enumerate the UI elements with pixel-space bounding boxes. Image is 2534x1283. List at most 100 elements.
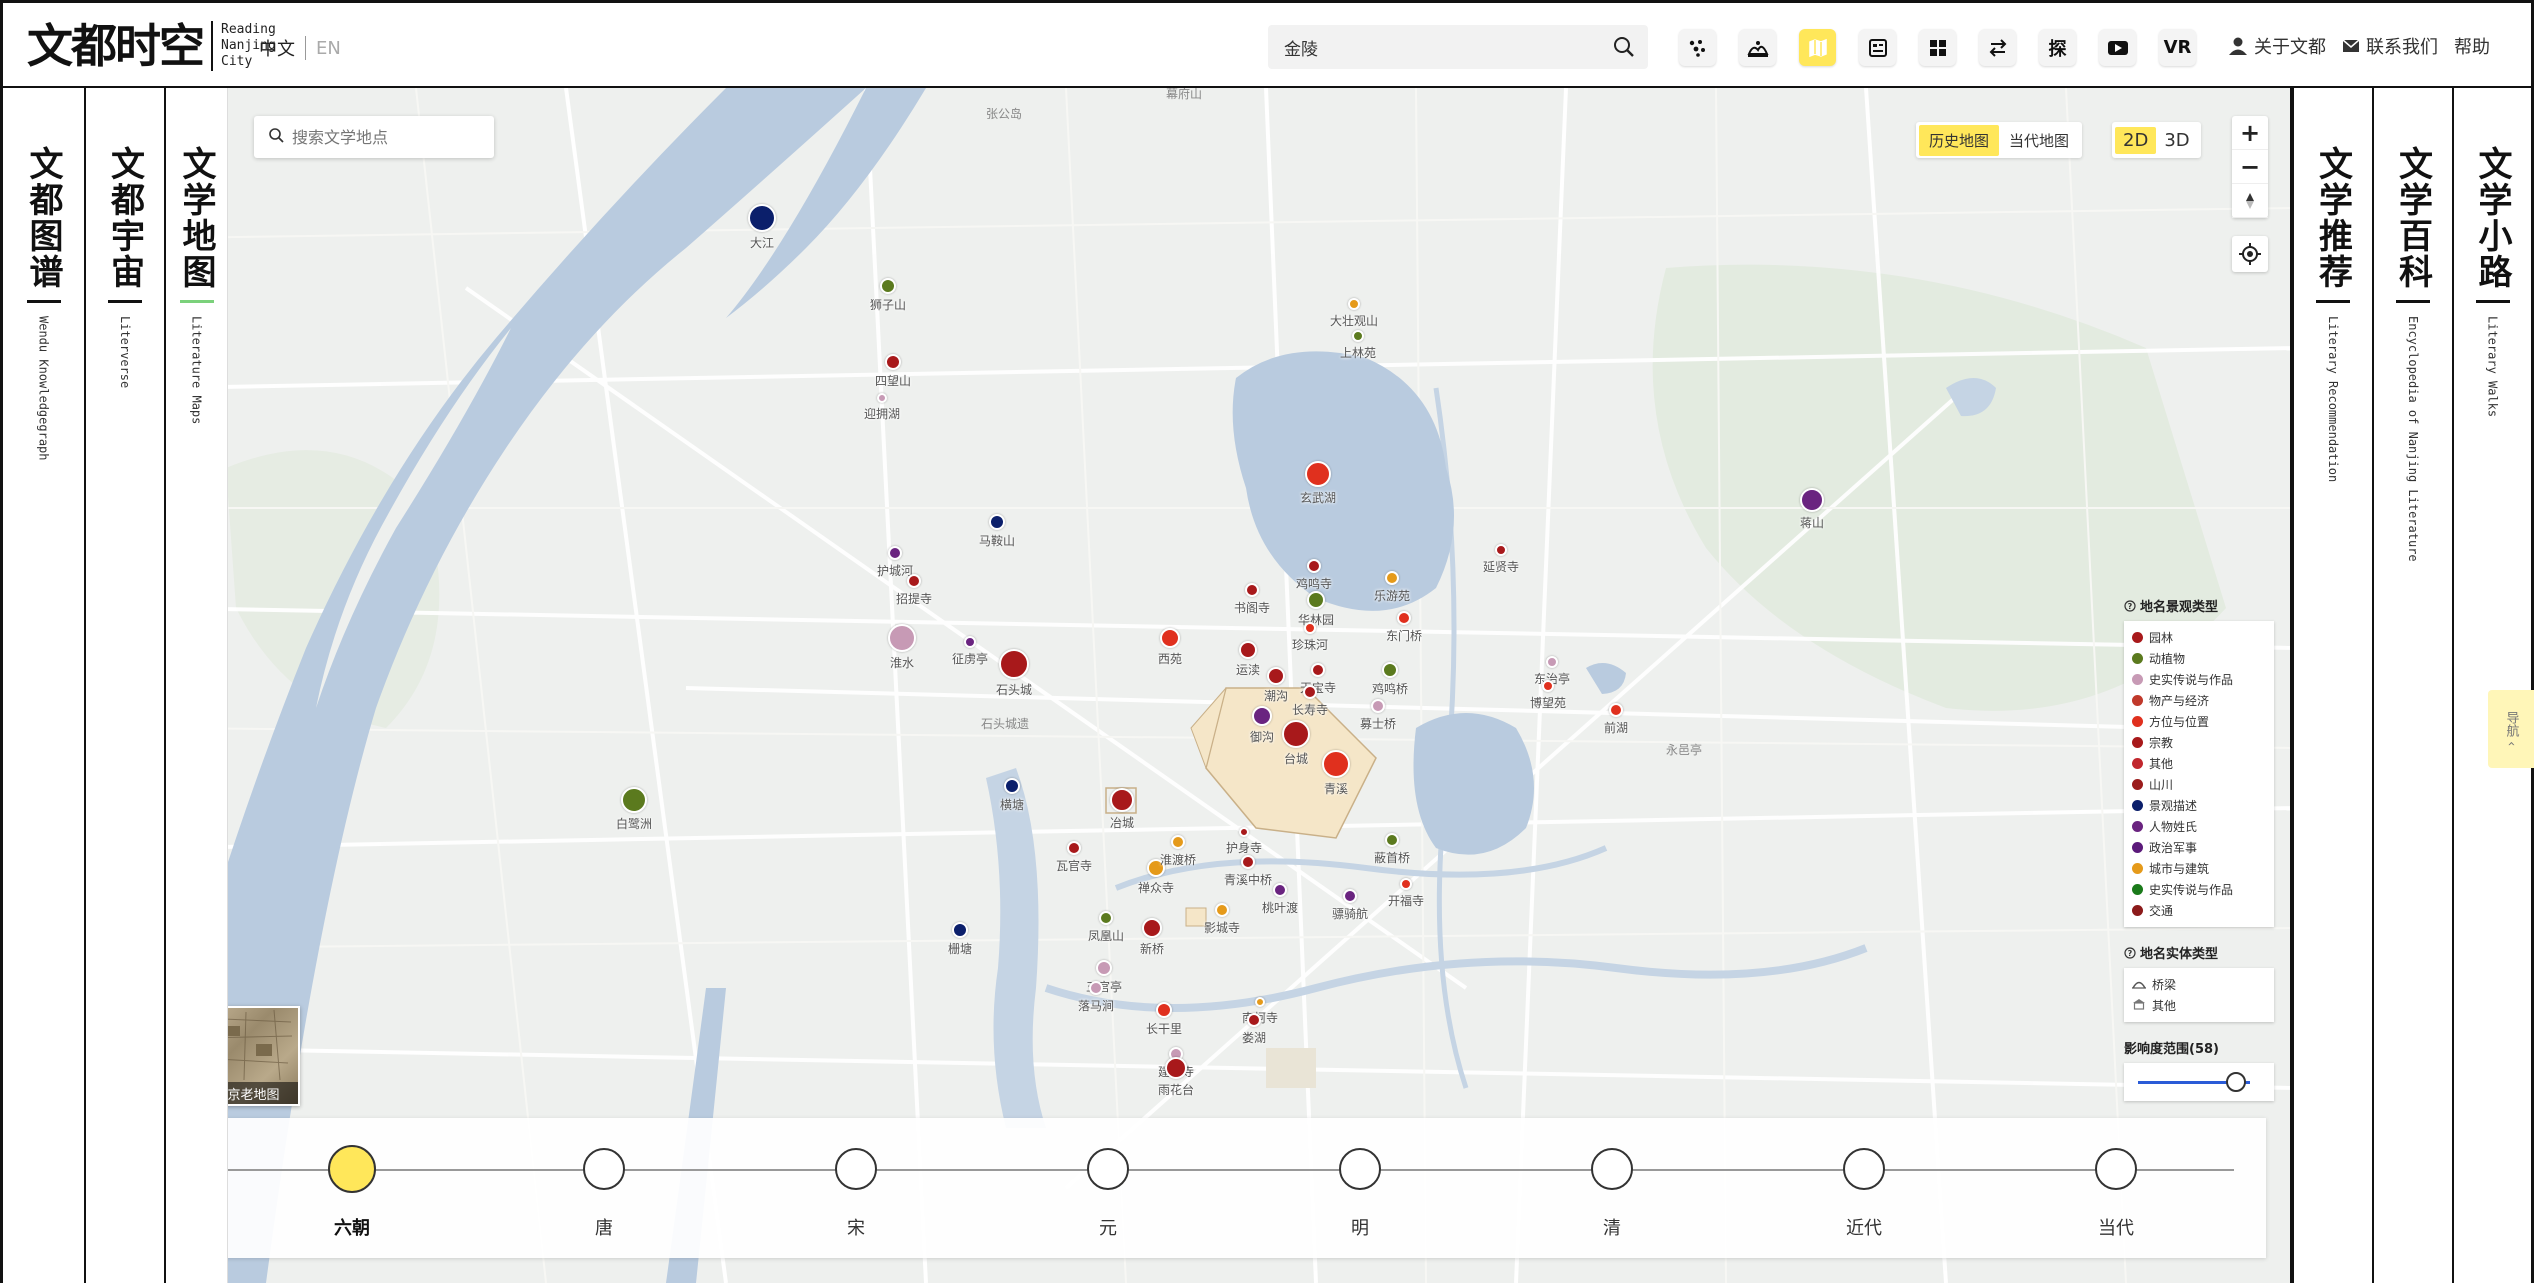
timeline-label[interactable]: 元 <box>1099 1214 1117 1240</box>
timeline-label[interactable]: 六朝 <box>334 1214 370 1240</box>
global-search-input[interactable] <box>1268 25 1588 69</box>
marker-dot[interactable] <box>999 649 1029 679</box>
marker-dot[interactable] <box>1241 855 1255 869</box>
navigation-tab[interactable]: 导航 ‹ <box>2488 690 2534 768</box>
3d-toggle[interactable]: 3D <box>2156 127 2197 154</box>
marker-dot[interactable] <box>989 514 1005 530</box>
legend-row-bridge[interactable]: 桥梁 <box>2132 974 2266 995</box>
marker-dot[interactable] <box>1255 997 1265 1007</box>
zoom-out-button[interactable]: − <box>2232 150 2268 184</box>
help-link[interactable]: 帮助 <box>2454 33 2490 59</box>
marker-dot[interactable] <box>952 922 968 938</box>
marker-dot[interactable] <box>1542 680 1554 692</box>
legend-row[interactable]: 物产与经济 <box>2132 690 2266 711</box>
vr-tool-button[interactable]: VR <box>2159 29 2196 66</box>
marker-dot[interactable] <box>1400 878 1412 890</box>
marker-dot[interactable] <box>1165 1057 1187 1079</box>
locate-button[interactable] <box>2232 236 2268 272</box>
timeline-node[interactable] <box>1087 1148 1129 1190</box>
card-tool-button[interactable] <box>1859 29 1896 66</box>
timeline-label[interactable]: 明 <box>1351 1214 1369 1240</box>
marker-dot[interactable] <box>1303 685 1317 699</box>
timeline-label[interactable]: 清 <box>1603 1214 1621 1240</box>
marker-dot[interactable] <box>1305 461 1331 487</box>
marker-dot[interactable] <box>621 787 647 813</box>
legend-row[interactable]: 景观描述 <box>2132 795 2266 816</box>
marker-dot[interactable] <box>1385 833 1399 847</box>
timeline-label[interactable]: 当代 <box>2098 1214 2134 1240</box>
marker-dot[interactable] <box>1343 889 1357 903</box>
marker-dot[interactable] <box>880 278 896 294</box>
literature-map[interactable]: 张公岛 幕府山 石头城遗 永邑亭 大江 狮子山 四望山 迎拥湖 大壮观山 上林苑 玄武湖 蒋山… <box>164 88 2292 1283</box>
modern-map-toggle[interactable]: 当代地图 <box>1999 125 2079 156</box>
legend-row[interactable]: 山川 <box>2132 774 2266 795</box>
scatter-tool-button[interactable] <box>1679 29 1716 66</box>
marker-dot[interactable] <box>1546 656 1558 668</box>
column-literature-maps[interactable]: 文学地图 Literature Maps <box>164 88 228 1283</box>
map-tool-button[interactable] <box>1799 29 1836 66</box>
column-literary-walks[interactable]: 文学小路 Literary Walks <box>2452 88 2534 1283</box>
legend-row[interactable]: 城市与建筑 <box>2132 858 2266 879</box>
marker-dot[interactable] <box>1273 883 1287 897</box>
marker-dot[interactable] <box>1307 591 1325 609</box>
contact-link[interactable]: 联系我们 <box>2342 33 2438 59</box>
marker-dot[interactable] <box>1215 903 1229 917</box>
zoom-in-button[interactable]: + <box>2232 116 2268 150</box>
marker-dot[interactable] <box>1322 750 1350 778</box>
timeline-node[interactable] <box>835 1148 877 1190</box>
marker-dot[interactable] <box>1096 960 1112 976</box>
timeline-node[interactable] <box>1843 1148 1885 1190</box>
marker-dot[interactable] <box>1247 1013 1261 1027</box>
marker-dot[interactable] <box>1304 622 1316 634</box>
2d-toggle[interactable]: 2D <box>2115 126 2157 154</box>
about-link[interactable]: 关于文都 <box>2228 33 2326 59</box>
legend-row-other[interactable]: 其他 <box>2132 995 2266 1016</box>
marker-dot[interactable] <box>1348 298 1360 310</box>
lang-english[interactable]: EN <box>316 38 341 59</box>
historical-map-toggle[interactable]: 历史地图 <box>1919 124 2000 156</box>
help-icon[interactable]: ? <box>2124 946 2136 959</box>
marker-dot[interactable] <box>888 624 916 652</box>
marker-dot[interactable] <box>1110 788 1134 812</box>
marker-dot[interactable] <box>907 574 921 588</box>
timeline-node[interactable] <box>583 1148 625 1190</box>
map-basemap[interactable]: 张公岛 幕府山 石头城遗 永邑亭 <box>166 88 2292 1283</box>
timeline-label[interactable]: 近代 <box>1846 1214 1882 1240</box>
marker-dot[interactable] <box>1397 611 1411 625</box>
marker-dot[interactable] <box>885 354 901 370</box>
legend-row[interactable]: 其他 <box>2132 753 2266 774</box>
marker-dot[interactable] <box>1282 720 1310 748</box>
marker-dot[interactable] <box>1267 667 1285 685</box>
legend-row[interactable]: 史实传说与作品 <box>2132 879 2266 900</box>
marker-dot[interactable] <box>1495 544 1507 556</box>
timeline-node[interactable] <box>1591 1148 1633 1190</box>
marker-dot[interactable] <box>1245 583 1259 597</box>
column-encyclopedia[interactable]: 文学百科 Encyclopedia of Nanjing Literature <box>2372 88 2452 1283</box>
marker-dot[interactable] <box>1371 699 1385 713</box>
video-tool-button[interactable] <box>2099 29 2136 66</box>
lang-chinese[interactable]: 中文 <box>259 35 295 61</box>
marker-dot[interactable] <box>748 204 776 232</box>
site-logo[interactable]: 文都时空 Reading Nanjing City <box>27 17 276 75</box>
marker-dot[interactable] <box>1142 918 1162 938</box>
timeline-node[interactable] <box>328 1145 376 1193</box>
marker-dot[interactable] <box>1239 827 1249 837</box>
legend-row[interactable]: 政治军事 <box>2132 837 2266 858</box>
timeline-label[interactable]: 唐 <box>595 1214 613 1240</box>
marker-dot[interactable] <box>1099 911 1113 925</box>
marker-dot[interactable] <box>1067 841 1081 855</box>
explore-tool-button[interactable]: 探 <box>2039 29 2076 66</box>
marker-dot[interactable] <box>1252 706 1272 726</box>
marker-dot[interactable] <box>1171 835 1185 849</box>
marker-dot[interactable] <box>1609 703 1623 717</box>
marker-dot[interactable] <box>1382 662 1398 678</box>
column-knowledgegraph[interactable]: 文都图谱 Wendu Knowledgegraph <box>0 88 84 1283</box>
timeline-node[interactable] <box>1339 1148 1381 1190</box>
marker-dot[interactable] <box>877 393 887 403</box>
grid-tool-button[interactable] <box>1919 29 1956 66</box>
marker-dot[interactable] <box>1089 981 1103 995</box>
timeline-node[interactable] <box>2095 1148 2137 1190</box>
help-icon[interactable]: ? <box>2124 599 2136 612</box>
marker-dot[interactable] <box>1160 628 1180 648</box>
marker-dot[interactable] <box>1239 641 1257 659</box>
